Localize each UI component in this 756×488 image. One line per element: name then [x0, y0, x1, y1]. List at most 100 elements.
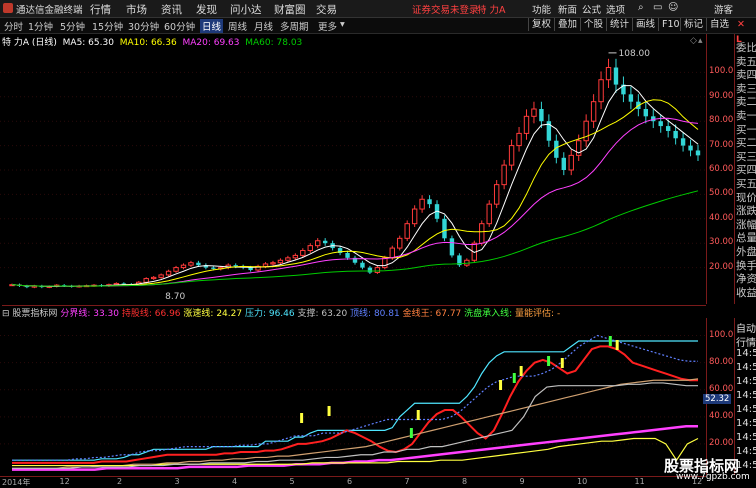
indicator-marker: 52.32: [703, 394, 732, 405]
menu-faxian[interactable]: 发现: [196, 2, 217, 17]
candle-body: [680, 138, 686, 146]
f10-button[interactable]: F10: [658, 18, 683, 31]
candle-body: [165, 270, 172, 276]
candle-body: [180, 264, 187, 269]
kline-chart[interactable]: 108.00 8.70: [0, 34, 706, 304]
collapse-icon[interactable]: ▴: [698, 36, 703, 46]
candle-body: [277, 259, 284, 264]
price-tick-label: 60.00: [709, 164, 734, 174]
order-book-panel: L 委比 卖五 卖四 卖三 卖二 卖一 买一 买二 买三 买四 买五 现价 涨跌 涨幅 总量 外盘 换手 净资 收益: [734, 34, 756, 304]
time-axis-label: 3: [174, 477, 180, 486]
candle-body: [605, 67, 612, 81]
indicator-chart[interactable]: [0, 318, 706, 475]
menu-hangqing[interactable]: 行情: [90, 2, 111, 17]
candle-body: [211, 267, 216, 269]
candle-body: [248, 267, 253, 271]
signal-bar: [615, 340, 619, 350]
candle-body: [270, 262, 276, 265]
period-daily[interactable]: 日线: [200, 19, 224, 33]
indicator-tick-label: 80.00: [709, 356, 734, 367]
period-1min[interactable]: 1分钟: [28, 19, 53, 33]
tick-time-label: 14:50: [736, 362, 756, 373]
period-15min[interactable]: 15分钟: [92, 19, 123, 33]
candle-body: [688, 145, 693, 151]
menu-gongshi[interactable]: 公式: [582, 2, 601, 16]
candle-body: [628, 94, 634, 102]
period-5min[interactable]: 5分钟: [60, 19, 85, 33]
price-tick-label: 100.0: [709, 66, 734, 77]
candle-body: [561, 157, 566, 170]
candle-body: [501, 164, 507, 186]
period-more[interactable]: 更多: [318, 19, 337, 33]
high-price-label: 108.00: [619, 49, 651, 59]
message-icon[interactable]: ▭: [653, 2, 662, 13]
candle-body: [374, 267, 381, 273]
period-30min[interactable]: 30分钟: [128, 19, 159, 33]
indicator-axis: 100.0 80.00 60.00 40.00 20.00 52.32: [703, 318, 735, 475]
signal-bar: [416, 410, 420, 420]
candle-body: [397, 237, 403, 249]
search-icon[interactable]: ⌕: [638, 2, 644, 13]
signal-bar: [519, 366, 523, 376]
candle-body: [307, 245, 313, 252]
tongji-button[interactable]: 统计: [606, 18, 632, 31]
menu-jiaoyi[interactable]: 交易: [316, 2, 337, 17]
menu-xuanxiang[interactable]: 选项: [606, 2, 625, 16]
candle-body: [345, 252, 350, 258]
period-monthly[interactable]: 月线: [254, 19, 273, 33]
tick-time-label: 行情: [736, 338, 756, 349]
price-tick-label: 20.00: [709, 261, 734, 272]
login-status[interactable]: 证券交易未登录: [412, 2, 479, 16]
candle-body: [442, 218, 447, 239]
fuquan-button[interactable]: 复权: [528, 18, 554, 31]
time-axis-label: 12: [59, 477, 70, 486]
menu-xinmian[interactable]: 新面: [558, 2, 577, 16]
zixuan-button[interactable]: 自选: [706, 18, 732, 31]
diejia-button[interactable]: 叠加: [554, 18, 580, 31]
close-icon[interactable]: ✕: [734, 18, 748, 31]
candle-body: [300, 250, 306, 256]
menu-shichang[interactable]: 市场: [126, 2, 147, 17]
chevron-down-icon[interactable]: ▾: [340, 19, 345, 30]
signal-bar: [608, 336, 612, 346]
candle-body: [404, 223, 410, 239]
menu-wenxiaoda[interactable]: 问小达: [230, 2, 262, 17]
period-fenshi[interactable]: 分时: [4, 19, 23, 33]
ma5-label: MA5: 65.30: [62, 38, 114, 48]
gegu-button[interactable]: 个股: [580, 18, 606, 31]
guest-label[interactable]: 游客: [714, 2, 733, 16]
candle-body: [695, 150, 701, 156]
app-name: 通达信金融终端: [16, 5, 83, 16]
biaoji-button[interactable]: 标记: [680, 18, 706, 31]
stock-title: 特 力A (日线): [2, 38, 57, 48]
candle-body: [523, 115, 530, 134]
price-tick-label: 50.00: [709, 188, 734, 199]
candle-body: [262, 263, 269, 267]
user-icon[interactable]: ☺: [668, 2, 678, 13]
candle-body: [531, 108, 537, 117]
menu-zixun[interactable]: 资讯: [161, 2, 182, 17]
signal-bar: [547, 356, 551, 366]
period-60min[interactable]: 60分钟: [164, 19, 195, 33]
candle-body: [411, 208, 418, 225]
time-axis-label: 4: [232, 477, 238, 486]
candle-body: [539, 109, 544, 122]
candle-body: [367, 267, 373, 273]
menu-caifuquan[interactable]: 财富圈: [274, 2, 306, 17]
price-axis: 100.0 90.00 80.00 70.00 60.00 50.00 40.00 30.00…: [706, 34, 735, 304]
settings-icon[interactable]: ◇: [690, 36, 697, 46]
candle-body: [143, 278, 149, 283]
period-multi[interactable]: 多周期: [280, 19, 309, 33]
price-tick-label: 40.00: [709, 212, 734, 223]
huaxian-button[interactable]: 画线: [632, 18, 658, 31]
signal-bar: [300, 413, 304, 423]
candle-body: [665, 126, 671, 131]
order-book-label: 收益: [736, 286, 756, 299]
period-weekly[interactable]: 周线: [228, 19, 247, 33]
candle-body: [493, 184, 500, 205]
tick-time-label: 14:50: [736, 432, 756, 443]
watermark-url: www.7gpzb.com: [676, 472, 750, 482]
time-axis-label: 8: [462, 477, 468, 486]
candle-body: [389, 247, 395, 259]
menu-gongneng[interactable]: 功能: [532, 2, 551, 16]
